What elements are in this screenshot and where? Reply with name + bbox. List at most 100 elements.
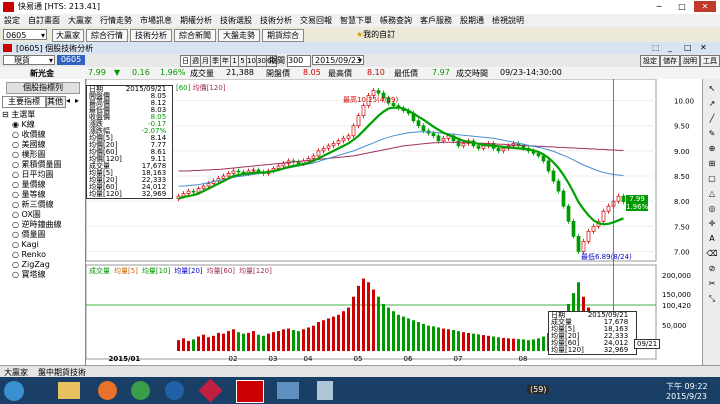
- indicator-item[interactable]: ○ 逆時鐘曲線: [2, 220, 82, 230]
- indicator-item[interactable]: ⊟ 主選單: [2, 110, 82, 120]
- drawing-tool-icon[interactable]: ↗: [705, 98, 719, 110]
- drawing-tool-icon[interactable]: ▢: [705, 173, 719, 185]
- indicator-item[interactable]: ○ 美國線: [2, 140, 82, 150]
- minimize-button[interactable]: ─: [648, 1, 670, 12]
- menu-item[interactable]: 市場訊息: [136, 14, 176, 27]
- menu-item[interactable]: 檢視說明: [488, 14, 528, 27]
- indicator-header[interactable]: 個股指標列: [6, 82, 80, 94]
- info-row: 均量[120] 32,969: [549, 347, 630, 354]
- tray-badge[interactable]: (59): [527, 385, 550, 394]
- drawing-tool-icon[interactable]: ◎: [705, 203, 719, 215]
- volume-bar: [462, 332, 465, 351]
- toolbar-button[interactable]: 綜合行情: [86, 29, 128, 42]
- window-taskbar-icon[interactable]: [277, 382, 299, 399]
- toolbar-button[interactable]: 大贏家: [52, 29, 84, 42]
- high-value: 8.10: [367, 68, 385, 77]
- menu-item[interactable]: 客戶服務: [416, 14, 456, 27]
- menu-item[interactable]: 股期通: [456, 14, 488, 27]
- firefox-taskbar-icon[interactable]: [98, 381, 117, 400]
- menu-item[interactable]: 交易回報: [296, 14, 336, 27]
- chrome-taskbar-icon[interactable]: [131, 381, 150, 400]
- indicator-item[interactable]: ○ ZigZag: [2, 260, 82, 270]
- period-input[interactable]: 300: [287, 55, 311, 67]
- drawing-tool-icon[interactable]: ⊘: [705, 263, 719, 275]
- volume-legend-item: 均量[60]: [206, 267, 236, 275]
- volume-bar: [487, 335, 490, 351]
- menu-item[interactable]: 行情走勢: [96, 14, 136, 27]
- drawing-tool-icon[interactable]: ↖: [705, 83, 719, 95]
- drawing-tool-icon[interactable]: ✂: [705, 278, 719, 290]
- menu-item[interactable]: 智慧下單: [336, 14, 376, 27]
- volume-bar: [227, 331, 230, 351]
- toolbar-button[interactable]: 綜合新聞: [174, 29, 216, 42]
- candle-body: [576, 236, 581, 252]
- candle-body: [441, 137, 446, 142]
- calc-taskbar-icon[interactable]: [317, 381, 333, 400]
- trading-app-taskbar-icon[interactable]: [236, 380, 264, 403]
- drawing-tool-icon[interactable]: ⌫: [705, 248, 719, 260]
- drawing-tool-icon[interactable]: ⊕: [705, 143, 719, 155]
- indicator-item[interactable]: ○ 量價線: [2, 180, 82, 190]
- toolbar-button[interactable]: 技術分析: [130, 29, 172, 42]
- toolbar-button[interactable]: 大盤走勢: [218, 29, 260, 42]
- menu-item[interactable]: 技術分析: [256, 14, 296, 27]
- menu-item[interactable]: 大贏家: [64, 14, 96, 27]
- tab-scroll-right-icon[interactable]: ▸: [75, 96, 79, 105]
- drawing-tool-icon[interactable]: ╱: [705, 113, 719, 125]
- tab-main-indicators[interactable]: 主要指標: [2, 96, 46, 108]
- favorite-button[interactable]: ★我的自訂: [356, 29, 395, 40]
- panel-action-button[interactable]: 設定: [640, 55, 660, 67]
- drawing-tool-icon[interactable]: ⊞: [705, 158, 719, 170]
- date-input[interactable]: 2015/09/23 ▾: [312, 55, 364, 65]
- market-select[interactable]: 現貨 ▾: [3, 55, 55, 65]
- indicator-item[interactable]: ○ 收價線: [2, 130, 82, 140]
- indicator-item[interactable]: ○ 價量圖: [2, 230, 82, 240]
- media-taskbar-icon[interactable]: [165, 381, 184, 400]
- candle-body: [496, 148, 501, 152]
- diamond-taskbar-icon[interactable]: [198, 378, 223, 403]
- indicator-label: 量價線: [21, 180, 46, 189]
- folder-taskbar-icon[interactable]: [58, 382, 80, 399]
- stock-code-input[interactable]: 0605 ▾: [3, 29, 47, 40]
- panel-minimize-icon[interactable]: _: [668, 43, 672, 52]
- volume-bar: [427, 325, 430, 351]
- tab-other[interactable]: 其他: [46, 96, 66, 108]
- start-button[interactable]: [4, 381, 24, 401]
- menu-item[interactable]: 自訂畫面: [24, 14, 64, 27]
- indicator-item[interactable]: ○ 累積價量圖: [2, 160, 82, 170]
- stock-name: 新光金: [30, 69, 54, 78]
- menu-item[interactable]: 設定: [0, 14, 24, 27]
- drawing-tool-icon[interactable]: ✎: [705, 128, 719, 140]
- panel-maximize-icon[interactable]: □: [684, 43, 692, 52]
- indicator-item[interactable]: ○ 量等線: [2, 190, 82, 200]
- high-label: 最高價: [328, 69, 352, 78]
- panel-action-button[interactable]: 儲存: [660, 55, 680, 67]
- indicator-item[interactable]: ◉ K線: [2, 120, 82, 130]
- volume-bar: [302, 329, 305, 351]
- drawing-tool-icon[interactable]: ✛: [705, 218, 719, 230]
- panel-action-button[interactable]: 工具: [700, 55, 720, 67]
- menu-item[interactable]: 技術選股: [216, 14, 256, 27]
- tab-scroll-left-icon[interactable]: ◂: [66, 96, 70, 105]
- indicator-item[interactable]: ○ Renko: [2, 250, 82, 260]
- drawing-tool-icon[interactable]: △: [705, 188, 719, 200]
- indicator-item[interactable]: ○ 新三價線: [2, 200, 82, 210]
- panel-action-button[interactable]: 說明: [680, 55, 700, 67]
- toolbar-button[interactable]: 期貨綜合: [262, 29, 304, 42]
- panel-pin-icon[interactable]: ⬚: [652, 43, 660, 52]
- indicator-item[interactable]: ○ 樸形圖: [2, 150, 82, 160]
- panel-close-icon[interactable]: ✕: [700, 43, 707, 52]
- drawing-tool-icon[interactable]: ⤡: [705, 293, 719, 305]
- indicator-item[interactable]: ○ Kagi: [2, 240, 82, 250]
- drawing-tool-icon[interactable]: A: [705, 233, 719, 245]
- menu-item[interactable]: 期權分析: [176, 14, 216, 27]
- maximize-button[interactable]: □: [671, 1, 693, 12]
- menu-item[interactable]: 帳務查詢: [376, 14, 416, 27]
- indicator-item[interactable]: ○ OX圖: [2, 210, 82, 220]
- volume-bar: [222, 333, 225, 351]
- indicator-item[interactable]: ○ 寶塔線: [2, 270, 82, 280]
- candle-body: [561, 190, 566, 207]
- indicator-item[interactable]: ○ 日平均圖: [2, 170, 82, 180]
- close-button[interactable]: ✕: [694, 1, 716, 12]
- stock-code-field[interactable]: 0605: [57, 55, 85, 65]
